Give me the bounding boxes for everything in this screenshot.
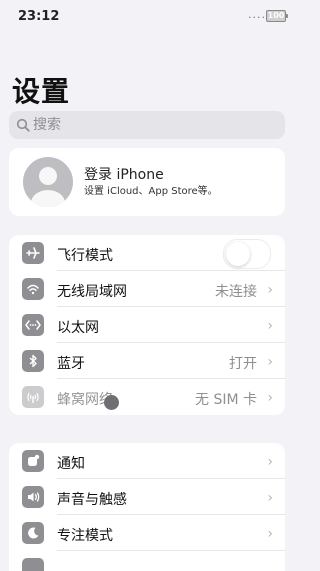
status-bar: 23:12 .... 100 (0, 0, 294, 32)
account-title: 登录 iPhone (84, 167, 164, 183)
bluetooth-status: 打开 (229, 356, 257, 372)
notification-icon (28, 454, 40, 466)
touch-indicator (104, 395, 119, 410)
toggle-knob (226, 242, 250, 266)
row-partial[interactable] (9, 551, 285, 571)
ethernet-label: 以太网 (57, 320, 99, 336)
row-cellular[interactable]: 蜂窝网络 无 SIM 卡 › (9, 379, 285, 415)
search-bar[interactable] (9, 111, 285, 139)
wifi-icon (27, 284, 39, 295)
system-group: 通知 › 声音与触感 › 专注模式 › (9, 443, 285, 571)
row-bluetooth[interactable]: 蓝牙 打开 › (9, 343, 285, 379)
row-focus[interactable]: 专注模式 › (9, 515, 285, 551)
wifi-label: 无线局域网 (57, 284, 127, 300)
page-title: 设置 (12, 75, 71, 108)
moon-icon (28, 527, 39, 539)
airplane-mode-label: 飞行模式 (57, 248, 113, 264)
chevron-right-icon: › (267, 318, 273, 334)
airplane-mode-toggle[interactable] (223, 239, 271, 269)
focus-label: 专注模式 (57, 528, 113, 544)
chevron-right-icon: › (267, 526, 273, 542)
account-subtitle: 设置 iCloud、App Store等。 (84, 186, 218, 197)
row-wifi[interactable]: 无线局域网 未连接 › (9, 271, 285, 307)
chevron-right-icon: › (267, 354, 273, 370)
wifi-status: 未连接 (215, 284, 257, 300)
status-time: 23:12 (18, 9, 60, 24)
person-icon (31, 167, 65, 207)
connectivity-group: 飞行模式 无线局域网 未连接 › 以太网 › 蓝牙 打开 › 蜂窝网络 无 SI… (9, 235, 285, 415)
account-signin-card[interactable]: 登录 iPhone 设置 iCloud、App Store等。 (9, 148, 285, 216)
row-sounds-haptics[interactable]: 声音与触感 › (9, 479, 285, 515)
chevron-right-icon: › (267, 282, 273, 298)
cellular-icon (27, 392, 39, 403)
airplane-icon (26, 247, 40, 259)
cellular-status: 无 SIM 卡 (195, 392, 257, 408)
bluetooth-label: 蓝牙 (57, 356, 85, 372)
sounds-label: 声音与触感 (57, 492, 127, 508)
speaker-icon (27, 492, 39, 502)
bluetooth-icon (29, 354, 37, 368)
status-dots: .... (248, 8, 266, 21)
row-airplane-mode[interactable]: 飞行模式 (9, 235, 285, 271)
avatar (23, 157, 73, 207)
notifications-label: 通知 (57, 456, 85, 472)
ethernet-icon (25, 320, 41, 330)
row-notifications[interactable]: 通知 › (9, 443, 285, 479)
chevron-right-icon: › (267, 454, 273, 470)
chevron-right-icon: › (267, 490, 273, 506)
search-input[interactable] (33, 111, 263, 139)
search-icon (16, 118, 30, 132)
chevron-right-icon: › (267, 390, 273, 406)
battery-icon: 100 (266, 10, 288, 22)
row-ethernet[interactable]: 以太网 › (9, 307, 285, 343)
